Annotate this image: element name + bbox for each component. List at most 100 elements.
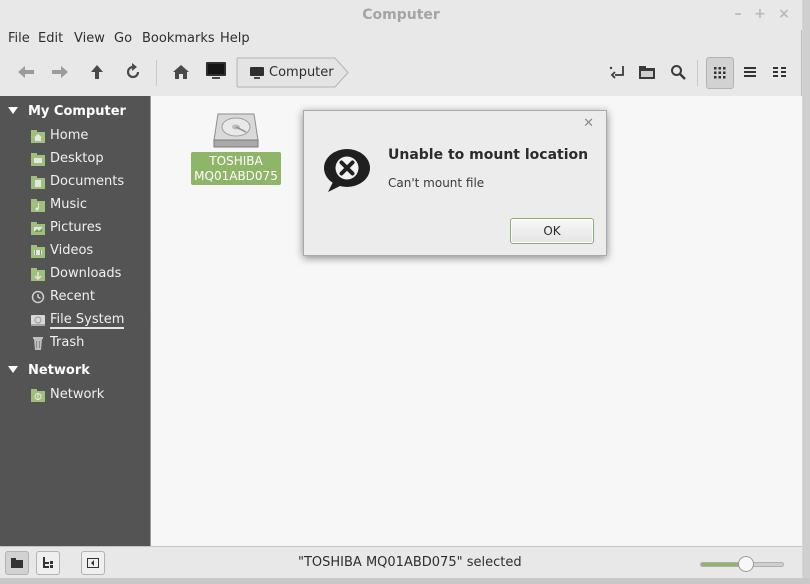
error-dialog: ✕ Unable to mount location Can't mount f… bbox=[303, 110, 607, 256]
close-button[interactable]: × bbox=[776, 6, 792, 22]
sidebar-item-label: Trash bbox=[50, 335, 85, 350]
sidebar-item-label: Recent bbox=[50, 289, 95, 304]
sidebar-item-label: Desktop bbox=[50, 151, 104, 166]
sidebar-item-label: Downloads bbox=[50, 266, 122, 281]
menu-bar: File Edit View Go Bookmarks Help bbox=[0, 30, 802, 50]
desktop-background-bottom bbox=[0, 578, 810, 584]
menu-go[interactable]: Go bbox=[114, 31, 132, 46]
reload-button[interactable] bbox=[119, 58, 147, 86]
title-bar[interactable]: Computer – + × bbox=[0, 0, 802, 30]
file-item-name-line2: MQ01ABD075 bbox=[194, 169, 278, 183]
zoom-slider-knob[interactable] bbox=[738, 556, 755, 572]
back-button[interactable] bbox=[12, 58, 40, 86]
videos-folder-icon bbox=[31, 245, 45, 258]
list-view-icon bbox=[744, 67, 756, 77]
sidebar-item-file-system[interactable]: File System bbox=[0, 309, 150, 331]
sidebar-item-label: Documents bbox=[50, 174, 125, 189]
hard-drive-icon bbox=[213, 113, 259, 148]
folder-icon bbox=[639, 66, 655, 79]
error-icon bbox=[324, 149, 370, 192]
menu-file[interactable]: File bbox=[8, 31, 30, 46]
toolbar-separator bbox=[156, 60, 157, 86]
sidebar-section-my-computer[interactable]: My Computer bbox=[0, 102, 150, 122]
grid-view-icon bbox=[714, 67, 726, 79]
recent-icon bbox=[31, 290, 45, 304]
computer-button[interactable] bbox=[202, 57, 230, 85]
downloads-folder-icon bbox=[31, 268, 45, 281]
menu-bookmarks[interactable]: Bookmarks bbox=[142, 31, 215, 46]
list-view-button[interactable] bbox=[736, 58, 764, 86]
sidebar-item-pictures[interactable]: Pictures bbox=[0, 217, 150, 239]
reload-icon bbox=[126, 63, 140, 79]
sidebar-item-documents[interactable]: Documents bbox=[0, 171, 150, 193]
collapse-triangle-icon bbox=[8, 366, 18, 373]
documents-folder-icon bbox=[31, 176, 45, 189]
sidebar-item-label: Videos bbox=[50, 243, 94, 258]
sidebar-item-trash[interactable]: Trash bbox=[0, 332, 150, 354]
places-icon bbox=[11, 558, 23, 568]
network-folder-icon bbox=[31, 389, 45, 402]
search-button[interactable] bbox=[664, 58, 692, 86]
sidebar-item-downloads[interactable]: Downloads bbox=[0, 263, 150, 285]
dialog-close-button[interactable]: ✕ bbox=[583, 116, 594, 131]
sidebar-item-label: File System bbox=[50, 312, 125, 329]
minimize-button[interactable]: – bbox=[730, 6, 746, 22]
home-icon bbox=[173, 65, 189, 79]
file-item-toshiba-drive[interactable]: TOSHIBA MQ01ABD075 bbox=[189, 110, 283, 190]
trash-icon bbox=[33, 337, 43, 350]
forward-button[interactable] bbox=[46, 58, 74, 86]
music-folder-icon bbox=[31, 199, 45, 212]
location-toggle-icon bbox=[609, 66, 624, 79]
compact-view-icon bbox=[773, 67, 786, 77]
sidebar-item-recent[interactable]: Recent bbox=[0, 286, 150, 308]
computer-icon bbox=[206, 62, 226, 79]
path-bar-computer[interactable]: Computer bbox=[236, 57, 350, 88]
home-button[interactable] bbox=[167, 58, 195, 86]
collapse-triangle-icon bbox=[8, 107, 18, 114]
sidebar-item-label: Pictures bbox=[50, 220, 102, 235]
compact-view-button[interactable] bbox=[766, 58, 794, 86]
desktop-folder-icon bbox=[31, 153, 45, 166]
search-icon bbox=[671, 65, 686, 80]
maximize-button[interactable]: + bbox=[752, 6, 768, 22]
computer-icon bbox=[250, 67, 264, 79]
ok-button[interactable]: OK bbox=[510, 218, 594, 244]
show-tree-button[interactable] bbox=[36, 551, 60, 575]
desktop-background bbox=[803, 0, 810, 584]
menu-view[interactable]: View bbox=[74, 31, 105, 46]
home-folder-icon bbox=[31, 130, 45, 143]
up-arrow-icon bbox=[91, 65, 103, 79]
icon-view-button[interactable] bbox=[706, 57, 734, 89]
hide-sidebar-button[interactable] bbox=[81, 551, 105, 575]
menu-edit[interactable]: Edit bbox=[38, 31, 63, 46]
window-title: Computer bbox=[362, 7, 440, 23]
dialog-title: Unable to mount location bbox=[388, 147, 589, 163]
status-bar: "TOSHIBA MQ01ABD075" selected bbox=[0, 546, 802, 578]
status-text: "TOSHIBA MQ01ABD075" selected bbox=[298, 555, 522, 570]
sidebar-item-label: Home bbox=[50, 128, 89, 143]
sidebar-item-network[interactable]: Network bbox=[0, 384, 150, 406]
file-manager-window: Computer – + × File Edit View Go Bookmar… bbox=[0, 0, 802, 584]
sidebar-item-label: Music bbox=[50, 197, 87, 212]
sidebar-toggle-icon bbox=[87, 558, 99, 568]
menu-help[interactable]: Help bbox=[220, 31, 250, 46]
drive-icon bbox=[31, 315, 45, 326]
sidebar-section-title: Network bbox=[28, 363, 90, 378]
open-terminal-button[interactable] bbox=[604, 58, 632, 86]
pictures-folder-icon bbox=[31, 222, 45, 235]
show-places-button[interactable] bbox=[5, 551, 29, 575]
sidebar-section-network[interactable]: Network bbox=[0, 361, 150, 381]
up-button[interactable] bbox=[83, 58, 111, 86]
sidebar-item-home[interactable]: Home bbox=[0, 125, 150, 147]
sidebar-item-music[interactable]: Music bbox=[0, 194, 150, 216]
sidebar-section-title: My Computer bbox=[28, 104, 126, 119]
dialog-message: Can't mount file bbox=[388, 176, 485, 190]
sidebar-item-label: Network bbox=[50, 387, 105, 402]
new-folder-button[interactable] bbox=[634, 58, 662, 86]
file-item-label: TOSHIBA MQ01ABD075 bbox=[191, 152, 281, 185]
forward-arrow-icon bbox=[52, 66, 68, 78]
sidebar-item-videos[interactable]: Videos bbox=[0, 240, 150, 262]
sidebar-item-desktop[interactable]: Desktop bbox=[0, 148, 150, 170]
file-item-name-line1: TOSHIBA bbox=[209, 154, 263, 168]
tree-icon bbox=[43, 557, 53, 568]
